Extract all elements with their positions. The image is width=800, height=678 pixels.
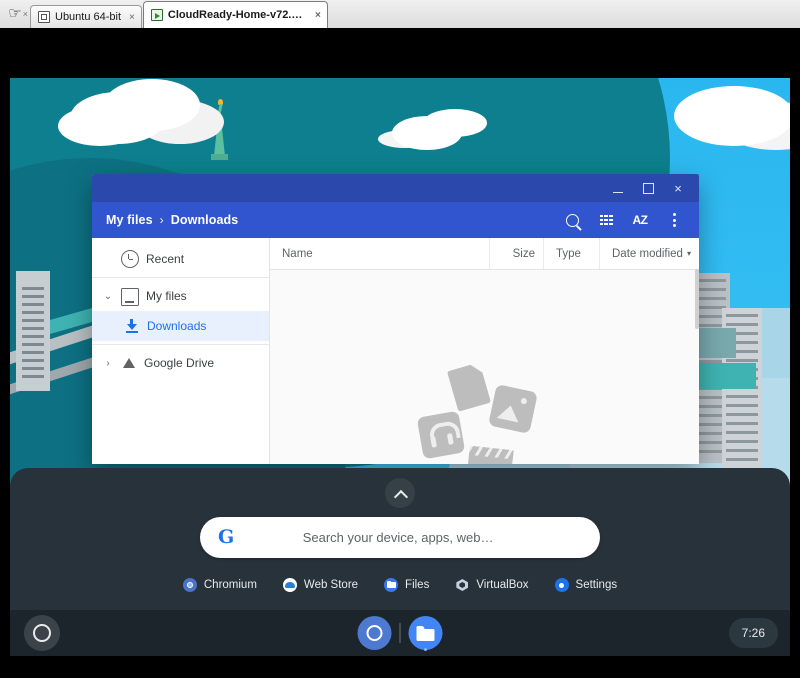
clock-icon <box>121 250 139 268</box>
host-tab-label: Ubuntu 64-bit <box>55 11 122 23</box>
host-tab-label: CloudReady-Home-v72.4-... <box>167 9 308 21</box>
document-file-icon <box>446 362 490 412</box>
chevron-right-icon[interactable]: › <box>102 358 114 369</box>
empty-folder-illustration <box>416 366 550 464</box>
shelf-divider <box>399 623 401 643</box>
computer-icon <box>121 288 139 306</box>
column-header-date-modified[interactable]: Date modified ▾ <box>599 238 699 269</box>
bridge-tower <box>16 271 50 391</box>
files-toolbar: My files › Downloads AZ <box>92 202 699 238</box>
app-label: Web Store <box>303 579 359 591</box>
vertical-scrollbar[interactable] <box>695 269 699 329</box>
chromium-shelf-icon[interactable] <box>357 616 392 650</box>
launcher-circle-icon[interactable] <box>24 615 60 651</box>
sidebar-item-label: Recent <box>146 252 185 266</box>
app-shortcut-files[interactable]: Files <box>384 578 429 592</box>
column-header-type[interactable]: Type <box>543 238 599 269</box>
app-shortcut-settings[interactable]: Settings <box>554 578 618 592</box>
vm-window-icon <box>38 11 50 23</box>
statue-body <box>214 120 225 156</box>
image-file-icon <box>487 384 538 434</box>
file-list-header: Name Size Type Date modified ▾ <box>270 238 699 270</box>
chromium-icon <box>182 578 197 592</box>
files-shelf-icon[interactable] <box>408 616 443 651</box>
search-placeholder: Search your device, apps, web… <box>302 530 494 545</box>
column-header-name[interactable]: Name <box>270 238 489 269</box>
host-tab-bar: ☞ × Ubuntu 64-bit × CloudReady-Home-v72.… <box>0 0 800 29</box>
minimize-button[interactable] <box>603 174 633 202</box>
app-label: Chromium <box>203 579 257 591</box>
tab-close-icon[interactable]: × <box>315 10 321 21</box>
sidebar-item-my-files[interactable]: ⌄ My files <box>92 281 269 311</box>
app-label: Files <box>405 579 430 591</box>
breadcrumb: My files › Downloads <box>106 213 238 227</box>
cursor-pointer-icon: ☞ × <box>0 0 30 28</box>
vm-running-icon <box>150 9 163 21</box>
chromeos-desktop: × My files › Downloads AZ Recent ⌄ My fi… <box>10 78 790 656</box>
host-tab-ubuntu[interactable]: Ubuntu 64-bit × <box>30 5 142 28</box>
maximize-button[interactable] <box>633 174 663 202</box>
video-file-icon <box>465 445 514 464</box>
sidebar-item-recent[interactable]: Recent <box>92 244 269 274</box>
settings-icon <box>554 578 569 592</box>
download-icon <box>124 318 140 334</box>
chevron-up-icon[interactable] <box>385 478 415 508</box>
status-clock[interactable]: 7:26 <box>728 618 778 648</box>
cloud-icon <box>70 92 166 144</box>
drive-icon <box>121 355 137 371</box>
shelf-pinned-apps <box>353 616 448 651</box>
files-icon <box>384 578 399 592</box>
sidebar-item-label: Downloads <box>147 319 207 333</box>
screenshot-root: ☞ × Ubuntu 64-bit × CloudReady-Home-v72.… <box>0 0 800 678</box>
sidebar-item-downloads[interactable]: Downloads <box>92 311 269 341</box>
web-store-icon <box>282 578 297 592</box>
files-app-window: × My files › Downloads AZ Recent ⌄ My fi… <box>92 174 699 464</box>
cursor-close-icon[interactable]: × <box>23 9 28 19</box>
cloud-icon <box>392 116 462 150</box>
launcher-search-input[interactable]: G Search your device, apps, web… <box>200 517 600 558</box>
column-header-size[interactable]: Size <box>489 238 543 269</box>
building-roof <box>696 363 756 389</box>
launcher-app-row: Chromium Web Store Files VirtualBox Sett… <box>10 578 790 592</box>
statue-of-liberty-icon <box>206 98 232 160</box>
sort-az-icon[interactable]: AZ <box>623 205 657 235</box>
running-indicator-dot <box>424 648 427 651</box>
tab-close-icon[interactable]: × <box>129 12 135 23</box>
app-shortcut-web-store[interactable]: Web Store <box>282 578 359 592</box>
sidebar-divider <box>92 344 269 345</box>
breadcrumb-root[interactable]: My files <box>106 213 153 227</box>
sidebar-item-label: Google Drive <box>144 356 215 370</box>
files-list-area: Name Size Type Date modified ▾ <box>270 238 699 464</box>
sidebar-divider <box>92 277 269 278</box>
files-body: Recent ⌄ My files Downloads › Google Dri… <box>92 238 699 464</box>
search-icon[interactable] <box>555 205 589 235</box>
column-header-date-label: Date modified <box>612 247 683 260</box>
sort-caret-icon: ▾ <box>686 249 691 258</box>
virtualbox-icon <box>455 578 469 592</box>
chevron-down-icon[interactable]: ⌄ <box>102 291 114 302</box>
app-label: VirtualBox <box>476 579 529 591</box>
files-sidebar: Recent ⌄ My files Downloads › Google Dri… <box>92 238 270 464</box>
breadcrumb-separator: › <box>159 213 164 227</box>
more-options-icon[interactable] <box>657 205 691 235</box>
hand-icon: ☞ <box>8 4 22 22</box>
app-shortcut-virtualbox[interactable]: VirtualBox <box>455 578 528 592</box>
app-label: Settings <box>575 579 618 591</box>
host-tab-cloudready[interactable]: CloudReady-Home-v72.4-... × <box>142 1 328 28</box>
sidebar-item-label: My files <box>146 289 187 303</box>
sidebar-item-google-drive[interactable]: › Google Drive <box>92 348 269 378</box>
window-title-bar: × <box>92 174 699 202</box>
cloud-icon <box>674 86 790 146</box>
grid-view-icon[interactable] <box>589 205 623 235</box>
close-button[interactable]: × <box>663 174 693 202</box>
vm-frame: × My files › Downloads AZ Recent ⌄ My fi… <box>0 28 800 678</box>
statue-base <box>211 154 228 160</box>
app-shortcut-chromium[interactable]: Chromium <box>182 578 257 592</box>
breadcrumb-current[interactable]: Downloads <box>171 213 239 227</box>
audio-file-icon <box>416 410 465 460</box>
shelf: 7:26 <box>10 610 790 656</box>
